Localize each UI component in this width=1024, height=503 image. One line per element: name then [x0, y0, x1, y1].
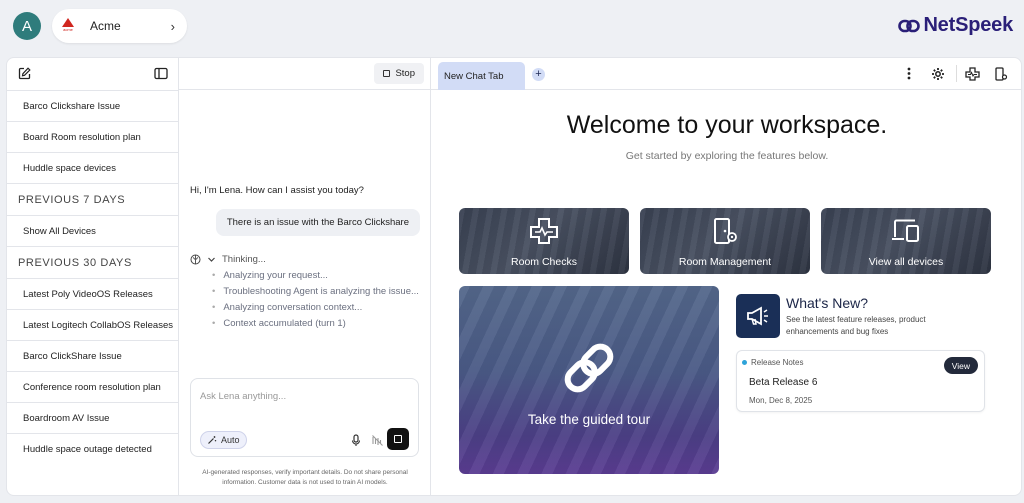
- brain-icon: [190, 254, 201, 264]
- more-options-icon[interactable]: [907, 67, 911, 80]
- guided-tour-card[interactable]: Take the guided tour: [459, 286, 719, 474]
- section-header-30-days: PREVIOUS 30 DAYS: [7, 247, 178, 279]
- thinking-label: Thinking...: [222, 253, 266, 265]
- thinking-toggle[interactable]: Thinking...: [190, 252, 425, 266]
- history-item[interactable]: Boardroom AV Issue: [7, 403, 178, 434]
- stop-square-icon: [394, 435, 402, 443]
- auto-label: Auto: [221, 435, 240, 445]
- thinking-steps: • Analyzing your request... • Troubleshoot…: [212, 268, 425, 331]
- chevron-down-icon: [208, 257, 215, 262]
- room-health-icon[interactable]: [965, 67, 980, 81]
- history-item[interactable]: Barco Clickshare Issue: [7, 91, 178, 122]
- brand-name: NetSpeek: [923, 14, 1013, 36]
- release-name: Beta Release 6: [749, 377, 818, 388]
- microphone-icon[interactable]: [351, 434, 361, 447]
- megaphone-icon: [747, 306, 768, 326]
- workspace-panel: New Chat Tab + Welcome to your workspace…: [431, 58, 1021, 495]
- card-label: View all devices: [868, 256, 944, 268]
- sidebar-toggle-icon[interactable]: [154, 67, 168, 80]
- org-logo: acme: [60, 18, 76, 34]
- history-item[interactable]: Board Room resolution plan: [7, 122, 178, 153]
- whats-new-badge: [736, 294, 780, 338]
- chat-toolbar: Stop: [179, 58, 430, 90]
- view-devices-card[interactable]: View all devices: [821, 208, 991, 274]
- room-management-icon: [714, 218, 737, 244]
- link-icon: [564, 343, 614, 393]
- avatar-initial: A: [21, 17, 32, 35]
- add-tab-button[interactable]: +: [532, 68, 545, 81]
- workspace-tabbar: New Chat Tab +: [431, 58, 1021, 90]
- plus-icon: +: [535, 68, 542, 80]
- history-item[interactable]: Latest Poly VideoOS Releases: [7, 279, 178, 310]
- workspace-title: Welcome to your workspace.: [566, 111, 888, 139]
- card-label: Room Checks: [511, 256, 577, 268]
- tab-label: New Chat Tab: [444, 70, 504, 82]
- auto-mode-button[interactable]: Auto: [200, 431, 247, 449]
- section-header-7-days: PREVIOUS 7 DAYS: [7, 184, 178, 216]
- org-switcher[interactable]: acme Acme ›: [52, 9, 187, 43]
- workspace-subtitle: Get started by exploring the features be…: [625, 150, 829, 162]
- ai-disclaimer: AI-generated responses, verify important…: [202, 469, 408, 486]
- thinking-step: • Context accumulated (turn 1): [212, 318, 346, 329]
- stop-label: Stop: [395, 68, 415, 79]
- history-item[interactable]: Conference room resolution plan: [7, 372, 178, 403]
- new-chat-icon[interactable]: [18, 67, 31, 80]
- thinking-step: • Analyzing conversation context...: [212, 302, 363, 313]
- toolbar-divider: [956, 65, 957, 82]
- thinking-step: • Analyzing your request...: [212, 270, 328, 281]
- thinking-step: • Troubleshooting Agent is analyzing the …: [212, 286, 419, 297]
- main-panel: Barco Clickshare Issue Board Room resolu…: [6, 57, 1022, 496]
- history-item[interactable]: Huddle space devices: [7, 153, 178, 184]
- tab-new-chat[interactable]: New Chat Tab: [438, 62, 525, 90]
- sidebar-toolbar: [7, 58, 178, 90]
- devices-icon: [892, 219, 919, 242]
- chat-composer[interactable]: Ask Lena anything... Auto: [190, 378, 419, 457]
- status-dot-icon: [742, 360, 747, 365]
- whats-new-description: See the latest feature releases, product…: [786, 315, 926, 336]
- room-management-card[interactable]: Room Management: [640, 208, 810, 274]
- card-label: Room Management: [678, 256, 772, 268]
- stop-icon: [383, 70, 391, 77]
- gear-icon[interactable]: [931, 67, 945, 81]
- tour-label: Take the guided tour: [527, 412, 651, 427]
- thinking-block: Thinking... • Analyzing your request... •…: [190, 252, 425, 332]
- org-name: Acme: [90, 19, 121, 33]
- send-stop-button[interactable]: [387, 428, 409, 450]
- history-item[interactable]: Huddle space outage detected: [7, 434, 178, 465]
- chat-input[interactable]: Ask Lena anything...: [200, 391, 286, 402]
- whats-new-title: What's New?: [786, 295, 869, 311]
- netspeek-logo-icon: [898, 19, 921, 32]
- device-settings-icon[interactable]: [994, 67, 1008, 81]
- history-item[interactable]: Latest Logitech CollabOS Releases: [7, 310, 178, 341]
- magic-wand-icon: [208, 436, 217, 444]
- voice-off-icon[interactable]: [371, 434, 384, 447]
- release-notes-label: Release Notes: [742, 358, 803, 367]
- room-checks-card[interactable]: Room Checks: [459, 208, 629, 274]
- brand-logo: NetSpeek: [898, 14, 1013, 37]
- chevron-right-icon: ›: [170, 18, 175, 34]
- view-release-button[interactable]: View: [943, 357, 978, 374]
- stop-button[interactable]: Stop: [374, 63, 424, 84]
- chat-history-sidebar: Barco Clickshare Issue Board Room resolu…: [7, 58, 179, 495]
- user-avatar[interactable]: A: [13, 12, 41, 40]
- chat-panel: Stop Hi, I'm Lena. How can I assist you …: [179, 58, 431, 495]
- release-date: Mon, Dec 8, 2025: [749, 396, 813, 405]
- room-checks-icon: [530, 218, 558, 244]
- history-item[interactable]: Show All Devices: [7, 216, 178, 247]
- history-item[interactable]: Barco ClickShare Issue: [7, 341, 178, 372]
- release-notes-card: Release Notes View Beta Release 6 Mon, D…: [736, 350, 985, 412]
- assistant-greeting: Hi, I'm Lena. How can I assist you today…: [190, 185, 364, 196]
- user-message: There is an issue with the Barco Clicksh…: [215, 209, 420, 236]
